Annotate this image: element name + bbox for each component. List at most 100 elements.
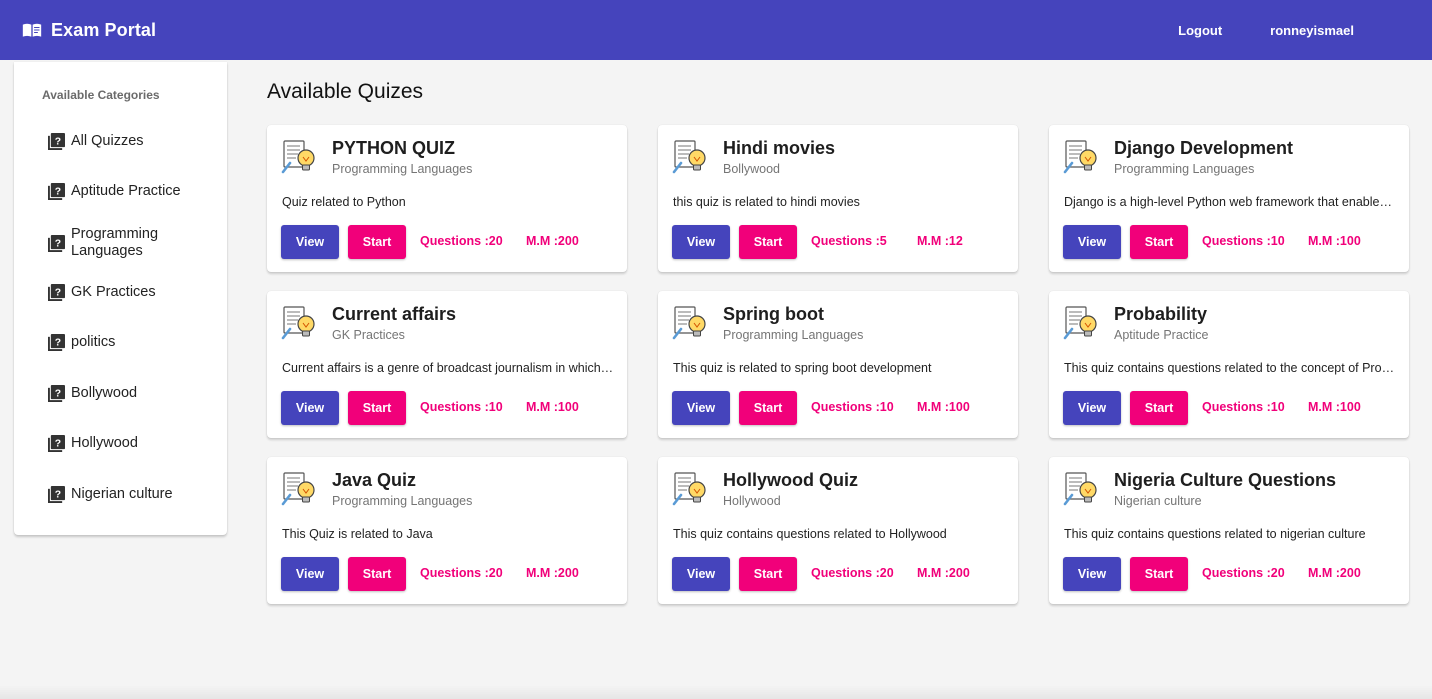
- quiz-title: Nigeria Culture Questions: [1114, 470, 1337, 490]
- start-button[interactable]: Start: [348, 391, 406, 425]
- sidebar-item-label: politics: [71, 334, 116, 350]
- start-button[interactable]: Start: [1130, 391, 1188, 425]
- view-button[interactable]: View: [672, 391, 730, 425]
- view-button[interactable]: View: [281, 225, 339, 259]
- svg-text:?: ?: [55, 337, 61, 348]
- start-button[interactable]: Start: [1130, 225, 1188, 259]
- quiz-card: Java Quiz Programming Languages This Qui…: [267, 457, 627, 604]
- quiz-card: Hindi movies Bollywood this quiz is rela…: [658, 125, 1018, 272]
- quiz-category: Programming Languages: [332, 162, 473, 176]
- logout-link[interactable]: Logout: [1166, 17, 1234, 44]
- sidebar-item-politics[interactable]: ? politics: [14, 334, 227, 351]
- questions-count: Questions :10: [420, 400, 503, 414]
- quiz-card: PYTHON QUIZ Programming Languages Quiz r…: [267, 125, 627, 272]
- questions-count: Questions :20: [1202, 566, 1285, 580]
- view-button[interactable]: View: [672, 225, 730, 259]
- quiz-description: This quiz contains questions related to …: [673, 527, 947, 541]
- quiz-idea-icon: [281, 140, 315, 174]
- quiz-card: Nigeria Culture Questions Nigerian cultu…: [1049, 457, 1409, 604]
- quiz-card: Spring boot Programming Languages This q…: [658, 291, 1018, 438]
- quiz-idea-icon: [1063, 140, 1097, 174]
- sidebar-item-nigerian-culture[interactable]: ? Nigerian culture: [14, 486, 227, 503]
- quiz-category: Hollywood: [723, 494, 781, 508]
- quiz-icon: ?: [48, 385, 65, 402]
- brand-link[interactable]: Exam Portal: [22, 20, 156, 41]
- quiz-idea-icon: [281, 472, 315, 506]
- quiz-icon: ?: [48, 133, 65, 150]
- svg-text:?: ?: [55, 438, 61, 449]
- quiz-icon: ?: [48, 234, 65, 252]
- sidebar-item-label: GK Practices: [71, 284, 156, 300]
- view-button[interactable]: View: [1063, 225, 1121, 259]
- sidebar-item-label: Nigerian culture: [71, 486, 173, 502]
- quiz-description: Current affairs is a genre of broadcast …: [282, 361, 614, 375]
- top-toolbar: Exam Portal Logout ronneyismael: [0, 0, 1432, 60]
- start-button[interactable]: Start: [739, 391, 797, 425]
- quiz-idea-icon: [672, 472, 706, 506]
- quiz-description: This quiz contains questions related to …: [1064, 361, 1396, 375]
- start-button[interactable]: Start: [1130, 557, 1188, 591]
- max-marks: M.M :100: [917, 400, 970, 414]
- categories-sidebar: Available Categories ? All Quizzes ? Apt…: [14, 62, 227, 535]
- sidebar-item-programming-languages[interactable]: ? Programming Languages: [14, 226, 227, 260]
- max-marks: M.M :200: [1308, 566, 1361, 580]
- max-marks: M.M :200: [917, 566, 970, 580]
- quiz-description: This quiz contains questions related to …: [1064, 527, 1366, 541]
- quiz-description: This quiz is related to spring boot deve…: [673, 361, 932, 375]
- sidebar-item-label: All Quizzes: [71, 133, 144, 149]
- max-marks: M.M :200: [526, 234, 579, 248]
- quiz-category: Aptitude Practice: [1114, 328, 1209, 342]
- max-marks: M.M :100: [1308, 234, 1361, 248]
- questions-count: Questions :20: [811, 566, 894, 580]
- quiz-category: Programming Languages: [332, 494, 473, 508]
- quiz-description: this quiz is related to hindi movies: [673, 195, 860, 209]
- sidebar-item-label: Bollywood: [71, 385, 138, 401]
- quiz-title: Hindi movies: [723, 138, 836, 158]
- book-icon: [22, 23, 42, 37]
- quiz-card: Current affairs GK Practices Current aff…: [267, 291, 627, 438]
- username-link[interactable]: ronneyismael: [1258, 17, 1366, 44]
- sidebar-item-gk-practices[interactable]: ? GK Practices: [14, 284, 227, 301]
- view-button[interactable]: View: [1063, 391, 1121, 425]
- sidebar-item-label: Hollywood: [71, 435, 138, 451]
- quiz-icon: ?: [48, 284, 65, 301]
- start-button[interactable]: Start: [348, 557, 406, 591]
- quiz-title: PYTHON QUIZ: [332, 138, 456, 158]
- sidebar-item-label: Aptitude Practice: [71, 183, 181, 199]
- start-button[interactable]: Start: [739, 225, 797, 259]
- questions-count: Questions :5: [811, 234, 887, 248]
- quiz-title: Current affairs: [332, 304, 457, 324]
- start-button[interactable]: Start: [348, 225, 406, 259]
- quiz-title: Hollywood Quiz: [723, 470, 858, 490]
- sidebar-item-bollywood[interactable]: ? Bollywood: [14, 385, 227, 402]
- quiz-title: Probability: [1114, 304, 1208, 324]
- quiz-title: Java Quiz: [332, 470, 417, 490]
- quiz-icon: ?: [48, 486, 65, 503]
- quiz-icon: ?: [48, 183, 65, 200]
- svg-text:?: ?: [55, 186, 61, 197]
- questions-count: Questions :20: [420, 566, 503, 580]
- view-button[interactable]: View: [1063, 557, 1121, 591]
- questions-count: Questions :20: [420, 234, 503, 248]
- quiz-category: Nigerian culture: [1114, 494, 1202, 508]
- svg-text:?: ?: [55, 489, 61, 500]
- questions-count: Questions :10: [1202, 234, 1285, 248]
- max-marks: M.M :100: [526, 400, 579, 414]
- quiz-card: Probability Aptitude Practice This quiz …: [1049, 291, 1409, 438]
- page-title: Available Quizes: [267, 80, 424, 103]
- quiz-description: Django is a high-level Python web framew…: [1064, 195, 1396, 209]
- sidebar-item-aptitude-practice[interactable]: ? Aptitude Practice: [14, 183, 227, 200]
- quiz-card: Django Development Programming Languages…: [1049, 125, 1409, 272]
- view-button[interactable]: View: [672, 557, 730, 591]
- quiz-category: GK Practices: [332, 328, 405, 342]
- sidebar-item-all-quizzes[interactable]: ? All Quizzes: [14, 133, 227, 150]
- svg-text:?: ?: [55, 238, 61, 249]
- sidebar-item-hollywood[interactable]: ? Hollywood: [14, 435, 227, 452]
- view-button[interactable]: View: [281, 557, 339, 591]
- nav-right: Logout ronneyismael: [1166, 17, 1366, 44]
- quiz-icon: ?: [48, 334, 65, 351]
- app-title: Exam Portal: [51, 19, 157, 40]
- view-button[interactable]: View: [281, 391, 339, 425]
- quiz-idea-icon: [281, 306, 315, 340]
- start-button[interactable]: Start: [739, 557, 797, 591]
